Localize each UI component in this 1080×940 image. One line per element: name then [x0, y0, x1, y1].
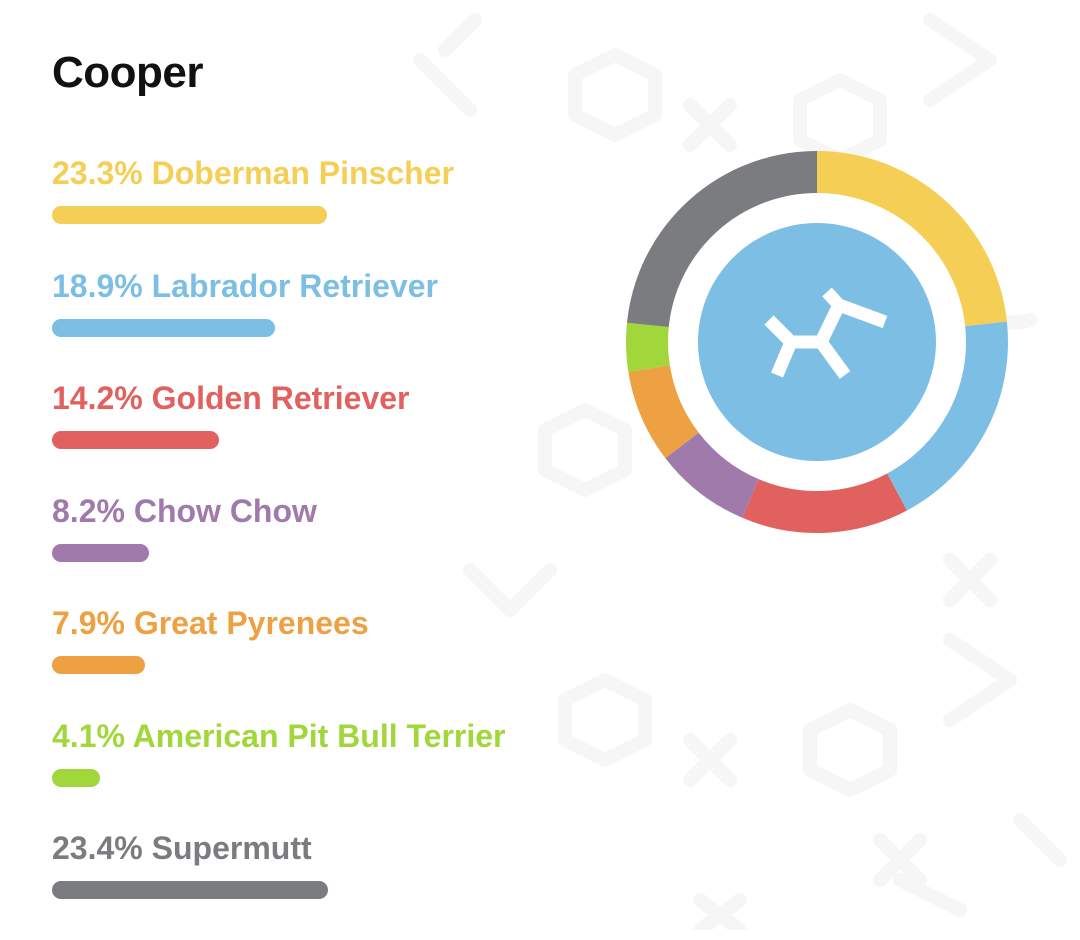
breed-bar: [52, 881, 328, 899]
breed-row: 14.2% Golden Retriever: [52, 377, 612, 490]
breed-row: 8.2% Chow Chow: [52, 490, 612, 603]
donut-slice: [665, 432, 760, 518]
breed-label: 18.9% Labrador Retriever: [52, 267, 438, 304]
dog-name-title: Cooper: [52, 48, 204, 97]
breed-label: 4.1% American Pit Bull Terrier: [52, 717, 506, 754]
breed-bar: [52, 543, 149, 562]
donut-slice: [742, 473, 907, 533]
breed-bar: [52, 206, 327, 224]
breed-breakdown-list: 23.3% Doberman Pinscher 18.9% Labrador Re…: [52, 152, 612, 940]
breed-row: 4.1% American Pit Bull Terrier: [52, 715, 612, 828]
breed-bar: [52, 431, 220, 449]
breed-bar: [52, 656, 146, 674]
breed-bar: [52, 768, 101, 787]
breed-label: 23.4% Supermutt: [52, 830, 312, 866]
breed-label: 14.2% Golden Retriever: [52, 380, 410, 416]
donut-slice: [626, 322, 670, 372]
breed-label: 7.9% Great Pyrenees: [52, 605, 369, 641]
donut-slice: [628, 364, 700, 459]
breed-row: 23.4% Supermutt: [52, 827, 612, 940]
breed-row: 7.9% Great Pyrenees: [52, 602, 612, 715]
breed-donut-chart: [626, 151, 1008, 533]
breed-row: 18.9% Labrador Retriever: [52, 265, 612, 378]
breed-label: 8.2% Chow Chow: [52, 492, 317, 529]
breed-bar: [52, 318, 275, 337]
breed-row: 23.3% Doberman Pinscher: [52, 152, 612, 265]
breed-label: 23.3% Doberman Pinscher: [52, 155, 454, 191]
